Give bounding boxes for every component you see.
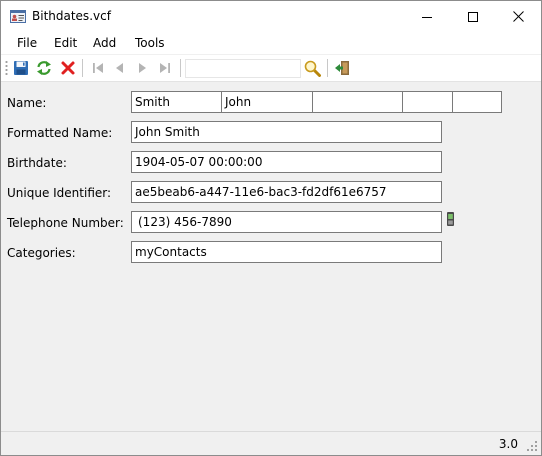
unique-identifier-field[interactable]: ae5beab6-a447-11e6-bac3-fd2df61e6757	[131, 181, 442, 203]
close-button[interactable]	[495, 1, 541, 32]
magnifier-icon	[304, 60, 321, 77]
maximize-icon	[468, 11, 478, 22]
app-window: Bithdates.vcf File Edit Add Tools Name: …	[0, 0, 542, 456]
previous-icon	[116, 63, 123, 73]
search-button[interactable]	[303, 59, 321, 77]
close-icon	[512, 11, 524, 22]
name-suffix-field[interactable]	[452, 91, 502, 113]
telephone-number-field[interactable]: (123) 456-7890	[131, 211, 442, 233]
unique-identifier-label: Unique Identifier:	[7, 186, 112, 200]
delete-button[interactable]	[59, 59, 77, 77]
categories-field[interactable]: myContacts	[131, 241, 442, 263]
exit-door-icon	[335, 61, 349, 75]
menu-bar: File Edit Add Tools	[1, 32, 541, 54]
resize-grip-icon[interactable]	[527, 441, 538, 452]
window-title: Bithdates.vcf	[32, 9, 111, 23]
toolbar	[1, 55, 541, 82]
save-button[interactable]	[12, 59, 30, 77]
birthdate-field[interactable]: 1904-05-07 00:00:00	[131, 151, 442, 173]
search-input[interactable]	[185, 59, 301, 78]
minimize-icon	[422, 16, 432, 18]
floppy-disk-icon	[14, 61, 28, 75]
toolbar-grip[interactable]	[5, 60, 8, 77]
toolbar-separator	[82, 59, 83, 77]
mobile-phone-icon	[447, 212, 454, 226]
telephone-number-label: Telephone Number:	[7, 216, 124, 230]
last-name-field[interactable]: Smith	[131, 91, 222, 113]
first-record-button[interactable]	[89, 59, 107, 77]
formatted-name-label: Formatted Name:	[7, 126, 113, 140]
status-bar: 3.0	[1, 431, 541, 455]
toolbar-separator	[180, 59, 181, 77]
previous-record-button[interactable]	[111, 59, 129, 77]
version-label: 3.0	[498, 437, 518, 451]
first-name-field[interactable]: John	[221, 91, 313, 113]
name-label: Name:	[7, 96, 47, 110]
menu-file[interactable]: File	[17, 36, 37, 50]
refresh-button[interactable]	[35, 59, 53, 77]
name-prefix-field[interactable]	[402, 91, 453, 113]
last-record-button[interactable]	[156, 59, 174, 77]
next-record-button[interactable]	[133, 59, 151, 77]
categories-label: Categories:	[7, 246, 76, 260]
first-icon	[93, 63, 103, 73]
exit-button[interactable]	[333, 59, 351, 77]
minimize-button[interactable]	[404, 1, 450, 32]
last-icon	[160, 63, 170, 73]
mobile-phone-button[interactable]	[446, 211, 455, 230]
maximize-button[interactable]	[450, 1, 496, 32]
next-icon	[139, 63, 146, 73]
formatted-name-field[interactable]: John Smith	[131, 121, 442, 143]
refresh-icon	[37, 61, 51, 75]
title-bar: Bithdates.vcf	[1, 1, 541, 32]
contact-card-icon	[10, 10, 26, 23]
menu-add[interactable]: Add	[93, 36, 116, 50]
delete-x-icon	[61, 61, 75, 75]
toolbar-separator	[327, 59, 328, 77]
middle-name-field[interactable]	[312, 91, 403, 113]
menu-edit[interactable]: Edit	[54, 36, 77, 50]
menu-tools[interactable]: Tools	[135, 36, 165, 50]
birthdate-label: Birthdate:	[7, 156, 67, 170]
